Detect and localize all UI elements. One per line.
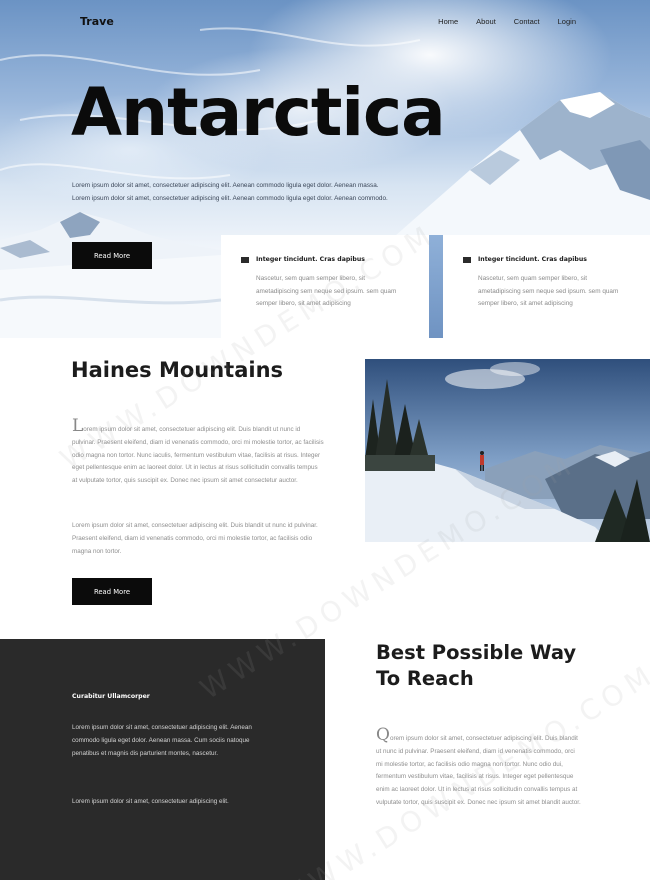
hero-section: Trave Home About Contact Login Antarctic… [0,0,650,338]
hero-info-cards: Integer tincidunt. Cras dapibus Nascetur… [221,235,650,338]
info-card-body: Nascetur, sem quam semper libero, sit am… [256,273,436,311]
card-divider-image [429,235,443,338]
section-paragraph: Lorem ipsum dolor sit amet, consectetuer… [72,522,318,555]
nav-link-contact[interactable]: Contact [514,17,540,26]
drop-cap: Q [376,725,390,745]
nav-link-login[interactable]: Login [558,17,576,26]
info-card: Integer tincidunt. Cras dapibus Nascetur… [443,235,650,338]
info-card-header: Integer tincidunt. Cras dapibus [241,256,365,263]
info-card-line: semper libero, sit amet adipiscing [478,300,573,307]
info-card-line: Nascetur, sem quam semper libero, sit [478,275,588,282]
section-title-best-way: Best Possible Way To Reach [376,640,606,692]
nav-links: Home About Contact Login [438,17,576,26]
section-paragraph: Qorem ipsum dolor sit amet, consectetuer… [376,727,582,810]
section-title-haines: Haines Mountains [71,358,284,382]
site-logo[interactable]: Trave [80,15,114,28]
section-paragraph: Lorem ipsum dolor sit amet, consectetuer… [72,418,324,488]
info-card-line: ametadipiscing sem neque sed ipsum. sem … [256,287,397,295]
hero-read-more-button[interactable]: Read More [72,242,152,269]
info-card-line: semper libero, sit amet adipiscing [256,300,351,307]
info-card-title: Integer tincidunt. Cras dapibus [478,256,587,263]
info-card: Integer tincidunt. Cras dapibus Nascetur… [221,235,429,338]
dark-panel-title: Curabitur Ullamcorper [72,693,150,700]
info-card-body: Nascetur, sem quam semper libero, sit am… [478,273,650,311]
square-icon [463,256,471,263]
info-card-line: ametadipiscing sem neque sed ipsum. sem … [478,287,619,295]
nav-link-about[interactable]: About [476,17,496,26]
title-line: Best Possible Way [376,641,577,664]
info-card-title: Integer tincidunt. Cras dapibus [256,256,365,263]
paragraph-text: orem ipsum dolor sit amet, consectetuer … [376,735,581,806]
info-card-line: Nascetur, sem quam semper libero, sit [256,275,366,282]
paragraph-text: orem ipsum dolor sit amet, consectetuer … [72,426,324,485]
section-read-more-button[interactable]: Read More [72,578,152,605]
mountain-hiker-photo [365,359,650,542]
title-line: To Reach [376,667,474,690]
drop-cap: L [72,416,84,436]
hero-description: Lorem ipsum dolor sit amet, consectetuer… [72,182,388,202]
nav-link-home[interactable]: Home [438,17,458,26]
info-card-header: Integer tincidunt. Cras dapibus [463,256,587,263]
square-icon [241,256,249,263]
dark-panel-paragraph: Lorem ipsum dolor sit amet, consectetuer… [72,724,252,757]
mountain-photo-image [365,359,650,542]
dark-panel-paragraph: Lorem ipsum dolor sit amet, consectetuer… [72,798,229,805]
top-navigation: Trave Home About Contact Login [0,0,650,44]
hero-title: Antarctica [71,74,446,151]
